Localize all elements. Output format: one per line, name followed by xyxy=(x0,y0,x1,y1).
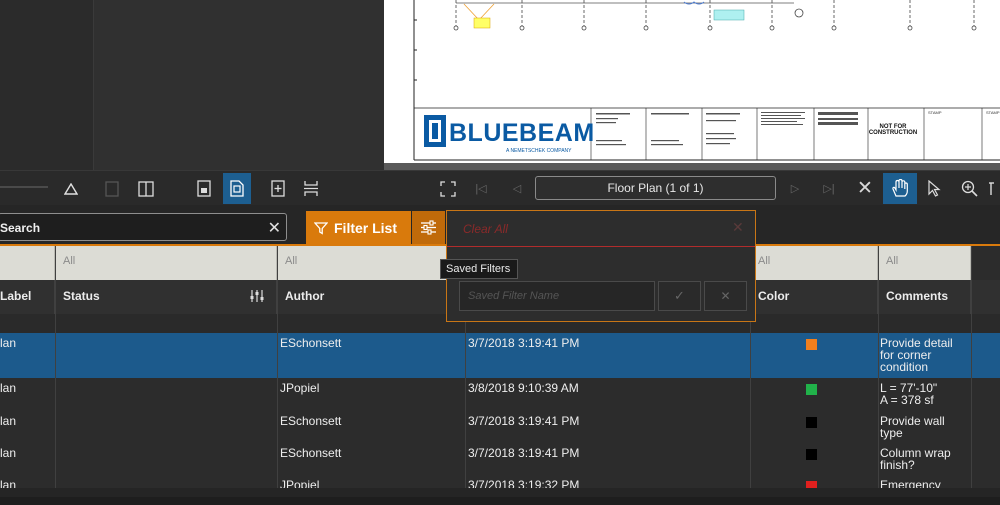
stamp-label: STAMP xyxy=(928,110,942,115)
split-page-icon[interactable] xyxy=(297,173,325,204)
status-filter-cell[interactable]: All xyxy=(55,246,277,280)
last-page-icon[interactable]: ▷| xyxy=(815,173,843,204)
filter-funnel-icon xyxy=(314,221,328,235)
page-selector[interactable]: Floor Plan (1 of 1) xyxy=(535,176,776,200)
author-filter-value: All xyxy=(285,255,298,267)
color-swatch xyxy=(806,449,817,460)
confirm-check-icon[interactable]: ✓ xyxy=(658,281,701,311)
cancel-x-icon[interactable]: ✕ xyxy=(704,281,747,311)
color-column-header[interactable]: Color xyxy=(750,280,878,314)
next-page-icon[interactable]: ▷ xyxy=(781,173,809,204)
saved-filter-name-input[interactable]: Saved Filter Name xyxy=(459,281,655,311)
status-filter-value: All xyxy=(63,255,76,267)
select-arrow-icon[interactable] xyxy=(920,173,948,204)
search-input[interactable]: Search ✕ xyxy=(0,213,287,241)
status-column-header[interactable]: Status xyxy=(55,280,277,314)
author-filter-cell[interactable]: All xyxy=(277,246,465,280)
author-cell: ESchonsett xyxy=(280,446,342,460)
fit-page-icon[interactable] xyxy=(434,173,462,204)
author-cell: ESchonsett xyxy=(280,414,342,428)
comments-cell: Provide detail for corner condition xyxy=(880,333,970,373)
author-cell: JPopiel xyxy=(280,381,320,395)
label-filter-cell[interactable] xyxy=(0,246,55,280)
more-tools-icon[interactable] xyxy=(988,173,1000,204)
panel-slider[interactable] xyxy=(0,186,48,188)
drawing-edge xyxy=(384,163,1000,170)
filter-list-button[interactable]: Filter List xyxy=(306,211,411,244)
first-page-icon[interactable]: |◁ xyxy=(467,173,495,204)
drawing-canvas[interactable]: BLUEBEAM A NEMETSCHEK COMPANY NOT FOR CO… xyxy=(384,0,1000,166)
bluebeam-tagline: A NEMETSCHEK COMPANY xyxy=(506,148,572,154)
collapse-panel-icon[interactable] xyxy=(57,173,85,204)
color-swatch xyxy=(806,417,817,428)
comments-cell: L = 77'-10" A = 378 sf xyxy=(880,378,970,406)
date-cell: 3/7/2018 3:19:41 PM xyxy=(468,446,580,460)
clear-search-icon[interactable]: ✕ xyxy=(268,218,281,238)
not-for-construction-label: NOT FOR CONSTRUCTION xyxy=(868,124,918,136)
column-filter-icon[interactable] xyxy=(249,289,265,303)
insert-page-icon[interactable] xyxy=(264,173,292,204)
table-row[interactable]: lan ESchonsett 3/7/2018 3:19:41 PM Provide … xyxy=(0,411,1000,443)
popup-header: Clear All ✕ xyxy=(447,211,755,247)
sliders-icon xyxy=(421,220,436,235)
label-cell: lan xyxy=(0,446,17,460)
color-filter-value: All xyxy=(758,255,771,267)
table-row[interactable]: lan ESchonsett 3/7/2018 3:19:41 PM Provide … xyxy=(0,333,1000,378)
label-cell: lan xyxy=(0,414,17,428)
saved-filters-button[interactable] xyxy=(412,211,445,244)
previous-page-icon[interactable]: ◁ xyxy=(503,173,531,204)
comments-cell: Column wrap finish? xyxy=(880,443,970,471)
comments-cell: Provide wall type xyxy=(880,411,970,439)
comment-line: condition xyxy=(880,360,929,374)
color-filter-cell[interactable]: All xyxy=(750,246,878,280)
pan-hand-icon[interactable] xyxy=(883,173,917,204)
color-swatch xyxy=(806,384,817,395)
sidebar-gap xyxy=(93,0,384,170)
author-cell: ESchonsett xyxy=(280,336,342,350)
stamp-label-2: STAMP xyxy=(986,110,1000,115)
filter-list-label: Filter List xyxy=(334,219,398,236)
left-panel xyxy=(0,0,93,170)
search-placeholder: Search xyxy=(0,221,41,235)
label-cell: lan xyxy=(0,381,17,395)
saved-filters-tooltip: Saved Filters xyxy=(440,259,518,279)
comment-line: finish? xyxy=(880,458,915,472)
label-column-header[interactable]: Label xyxy=(0,280,55,314)
page-number-icon[interactable] xyxy=(190,173,218,204)
two-page-view-icon[interactable] xyxy=(132,173,160,204)
comment-line: A = 378 sf xyxy=(880,393,934,407)
comment-line: type xyxy=(880,426,903,440)
table-row[interactable]: lan JPopiel 3/8/2018 9:10:39 AM L = 77'-10"… xyxy=(0,378,1000,411)
bluebeam-wordmark: BLUEBEAM xyxy=(449,119,595,147)
table-row[interactable]: lan ESchonsett 3/7/2018 3:19:41 PM Column w… xyxy=(0,443,1000,475)
clear-all-link[interactable]: Clear All xyxy=(463,222,508,236)
single-page-view-icon[interactable] xyxy=(98,173,126,204)
header-spacer xyxy=(971,280,1000,314)
close-icon[interactable]: ✕ xyxy=(851,173,879,204)
comments-filter-cell[interactable]: All xyxy=(878,246,971,280)
color-swatch xyxy=(806,339,817,350)
filter-row-spacer xyxy=(971,246,1000,280)
label-cell: lan xyxy=(0,336,17,350)
page-view-icon[interactable] xyxy=(223,173,251,204)
bottom-edge xyxy=(0,488,1000,497)
comments-filter-value: All xyxy=(886,255,899,267)
date-cell: 3/7/2018 3:19:41 PM xyxy=(468,336,580,350)
popup-close-icon[interactable]: ✕ xyxy=(732,219,744,236)
comments-column-header[interactable]: Comments xyxy=(878,280,971,314)
status-header-label: Status xyxy=(63,289,100,303)
author-column-header[interactable]: Author xyxy=(277,280,465,314)
zoom-icon[interactable] xyxy=(955,173,983,204)
page-toolbar: |◁ ◁ Floor Plan (1 of 1) ▷ ▷| ✕ xyxy=(0,170,1000,205)
date-cell: 3/7/2018 3:19:41 PM xyxy=(468,414,580,428)
date-cell: 3/8/2018 9:10:39 AM xyxy=(468,381,579,395)
